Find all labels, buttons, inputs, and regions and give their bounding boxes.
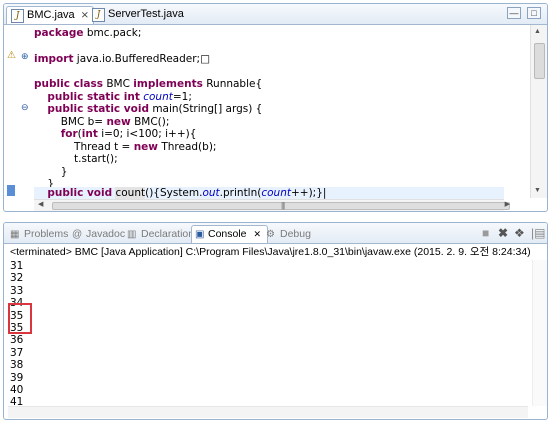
close-icon[interactable]: ✕	[253, 229, 261, 239]
console-horizontal-scrollbar[interactable]	[8, 406, 528, 418]
editor-gutter: ⚠ ⊕ ⊖	[4, 25, 32, 199]
output-line: 39	[10, 371, 24, 384]
view-tab-bar: ▦ Problems @ Javadoc ▥ Declaration ▣ Con…	[4, 223, 547, 244]
remove-launch-icon[interactable]: ✖	[498, 226, 508, 240]
declaration-icon: ▥	[127, 229, 137, 240]
scroll-thumb[interactable]: |||	[52, 201, 510, 210]
code-line: public static void main(String[] args) {	[47, 103, 263, 115]
scroll-lock-icon[interactable]: |▤	[531, 226, 545, 240]
tab-label: BMC.java	[27, 9, 75, 21]
editor-tab-bar: J BMC.java ⨯ J ServerTest.java — □	[4, 4, 547, 25]
code-line: t.start();	[34, 153, 118, 165]
current-line-marker	[7, 185, 15, 196]
editor-pane: J BMC.java ⨯ J ServerTest.java — □ ⚠ ⊕ ⊖…	[3, 3, 548, 212]
scroll-up-icon[interactable]: ▲	[534, 28, 541, 35]
terminated-status: <terminated> BMC [Java Application] C:\P…	[10, 246, 531, 258]
at-icon: @	[72, 229, 83, 240]
tab-bmc-java[interactable]: J BMC.java ⨯	[6, 6, 94, 24]
code-line: import java.io.BufferedReader;□	[34, 53, 211, 65]
tab-label: Console	[208, 228, 247, 240]
output-line: 38	[10, 359, 24, 372]
output-line: 37	[10, 346, 24, 359]
tab-javadoc[interactable]: @ Javadoc	[72, 226, 125, 243]
remove-all-icon[interactable]: ❖	[514, 226, 525, 240]
scroll-thumb[interactable]	[534, 43, 545, 79]
output-line: 35	[10, 321, 24, 334]
code-area[interactable]: package bmc.pack; import java.io.Buffere…	[34, 25, 519, 199]
tab-label: Debug	[280, 228, 311, 240]
code-line: for(int i=0; i<100; i++){	[60, 128, 197, 140]
tab-declaration[interactable]: ▥ Declaration	[127, 226, 194, 243]
code-line: package bmc.pack;	[34, 27, 142, 39]
terminate-icon[interactable]: ■	[482, 226, 489, 240]
debug-icon: ⚙	[266, 229, 275, 240]
fold-expand-icon[interactable]: ⊕	[21, 50, 29, 62]
window-controls: — □	[504, 7, 541, 19]
duplicate-highlight-box	[8, 303, 32, 334]
tab-problems[interactable]: ▦ Problems	[10, 226, 68, 243]
output-line: 33	[10, 284, 24, 297]
fold-collapse-icon[interactable]: ⊖	[21, 101, 29, 113]
tab-label: Javadoc	[86, 228, 126, 240]
console-view: ▦ Problems @ Javadoc ▥ Declaration ▣ Con…	[3, 222, 548, 420]
output-line: 36	[10, 334, 24, 347]
editor-horizontal-scrollbar[interactable]: ◀ ||| ▶	[34, 199, 510, 211]
grip-icon: |||	[281, 201, 285, 210]
output-line: 34	[10, 297, 24, 310]
problems-icon: ▦	[10, 229, 20, 240]
scroll-left-icon[interactable]: ◀	[38, 200, 43, 208]
output-line: 31	[10, 260, 24, 272]
output-line: 40	[10, 383, 24, 396]
scroll-down-icon[interactable]: ▼	[534, 187, 541, 194]
code-line: public class BMC implements Runnable{	[34, 78, 263, 90]
console-vertical-scrollbar[interactable]	[532, 260, 547, 406]
console-output[interactable]: 31 32 33 34 35 35 36 37 38 39 40 41	[10, 260, 530, 409]
scroll-right-icon[interactable]: ▶	[505, 200, 510, 208]
java-file-icon: J	[11, 9, 24, 23]
code-line-current: public void count(){System.out.println(c…	[34, 187, 504, 199]
tab-debug[interactable]: ⚙ Debug	[266, 226, 311, 243]
tab-label: Problems	[24, 228, 69, 240]
tab-label: Declaration	[141, 228, 195, 240]
tab-console[interactable]: ▣ Console ✕	[191, 225, 268, 243]
warning-lightbulb-icon[interactable]: ⚠	[7, 50, 16, 62]
minimize-icon[interactable]: —	[506, 7, 521, 19]
java-file-icon: J	[92, 8, 105, 22]
editor-vertical-scrollbar[interactable]: ▲ ▼	[530, 25, 547, 198]
output-line: 32	[10, 272, 24, 285]
maximize-icon[interactable]: □	[527, 7, 541, 19]
output-line: 35	[10, 309, 24, 322]
tab-servertest-java[interactable]: J ServerTest.java	[88, 6, 198, 23]
console-icon: ▣	[195, 229, 205, 240]
tab-label: ServerTest.java	[108, 8, 184, 20]
